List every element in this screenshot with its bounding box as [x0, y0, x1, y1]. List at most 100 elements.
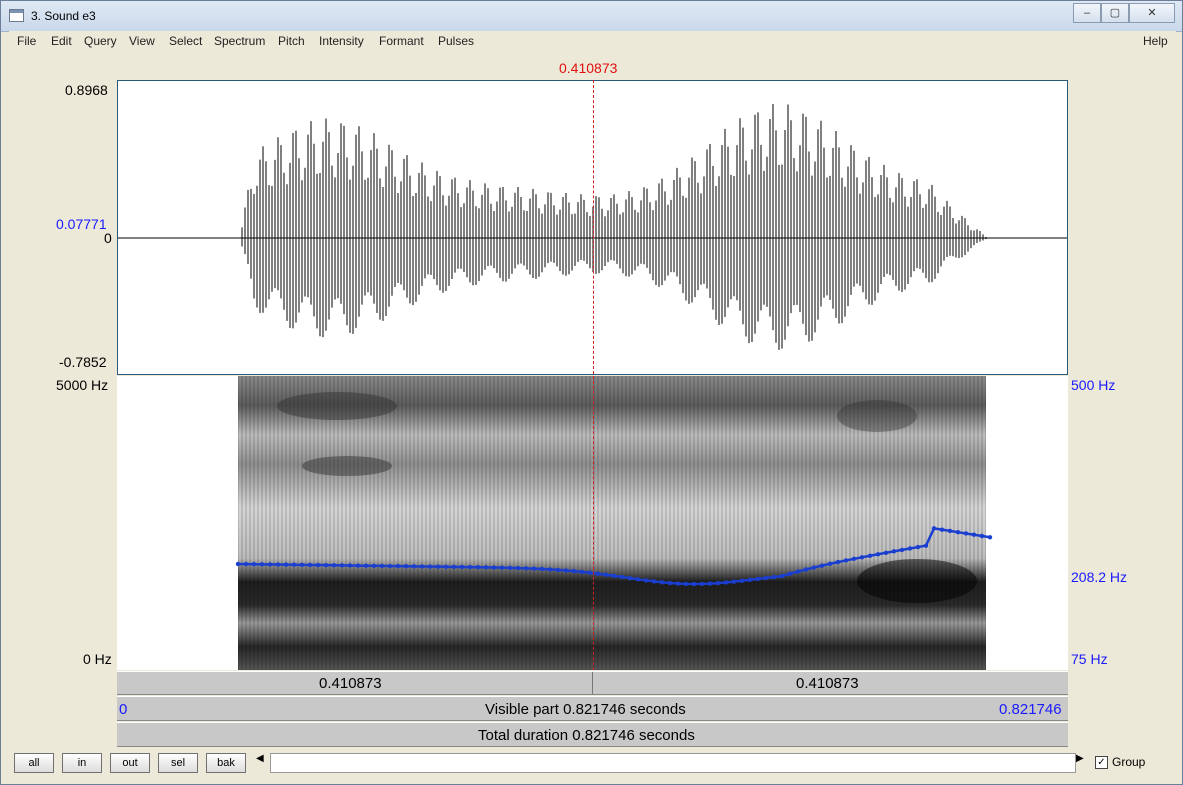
- restore-button[interactable]: ▢: [1101, 3, 1129, 23]
- pitch-point: [587, 570, 593, 575]
- pitch-point: [323, 562, 329, 568]
- pitch-point: [659, 580, 665, 585]
- pitch-point: [819, 563, 825, 568]
- visible-start-label: 0: [119, 701, 128, 718]
- right-segment-label: 0.410873: [796, 675, 859, 692]
- pitch-point: [811, 565, 817, 570]
- time-cursor[interactable]: [593, 80, 594, 670]
- pitch-point: [851, 556, 857, 562]
- menu-file[interactable]: File: [17, 34, 36, 48]
- pitch-top-label: 500 Hz: [1071, 377, 1116, 393]
- pitch-point: [395, 563, 401, 569]
- pitch-point: [243, 561, 249, 567]
- total-duration-bar[interactable]: Total duration 0.821746 seconds: [117, 722, 1068, 747]
- pitch-point: [379, 563, 385, 569]
- pitch-point: [267, 562, 273, 567]
- menu-pitch[interactable]: Pitch: [278, 34, 305, 48]
- menu-select[interactable]: Select: [169, 34, 202, 48]
- pitch-point: [523, 566, 529, 571]
- pitch-point: [915, 544, 921, 550]
- pitch-point: [635, 577, 641, 582]
- pitch-point: [779, 573, 785, 579]
- pitch-point: [875, 552, 881, 557]
- pitch-point: [331, 563, 337, 568]
- title-bar[interactable]: 3. Sound e3 – ▢ ✕: [1, 1, 1182, 32]
- zoom-out-button[interactable]: out: [110, 753, 150, 773]
- pitch-point: [315, 562, 321, 568]
- pitch-point: [643, 578, 649, 583]
- pitch-point: [251, 562, 257, 567]
- menu-view[interactable]: View: [129, 34, 155, 48]
- menu-intensity[interactable]: Intensity: [319, 34, 364, 48]
- right-segment[interactable]: 0.410873: [593, 672, 1068, 694]
- pitch-point: [627, 575, 633, 581]
- pitch-point: [611, 573, 617, 579]
- menu-query[interactable]: Query: [84, 34, 117, 48]
- pitch-point: [467, 564, 473, 570]
- pitch-point: [699, 581, 705, 587]
- close-button[interactable]: ✕: [1129, 3, 1175, 23]
- pitch-point: [891, 549, 897, 554]
- group-checkbox[interactable]: ✓: [1095, 756, 1108, 769]
- pitch-point: [435, 564, 441, 569]
- total-duration-label: Total duration 0.821746 seconds: [478, 727, 695, 744]
- pitch-point: [843, 558, 849, 563]
- menu-spectrum[interactable]: Spectrum: [214, 34, 265, 48]
- pitch-point: [691, 581, 697, 587]
- pitch-point: [707, 581, 713, 586]
- pitch-cursor-label: 208.2 Hz: [1071, 569, 1128, 585]
- zoom-all-button[interactable]: all: [14, 753, 54, 773]
- zoom-back-button[interactable]: bak: [206, 753, 246, 773]
- pitch-point: [539, 566, 545, 572]
- pitch-point: [419, 564, 425, 569]
- pitch-point: [603, 572, 609, 577]
- menu-help[interactable]: Help: [1143, 34, 1168, 48]
- pitch-point: [795, 569, 801, 574]
- zoom-sel-button[interactable]: sel: [158, 753, 198, 773]
- pitch-point: [883, 550, 889, 556]
- pitch-point: [835, 559, 841, 565]
- pitch-point: [747, 577, 753, 583]
- pitch-point: [683, 581, 689, 587]
- menu-formant[interactable]: Formant: [379, 34, 424, 48]
- pitch-point: [963, 531, 969, 536]
- pitch-point: [739, 578, 745, 583]
- left-segment-label: 0.410873: [319, 675, 382, 692]
- pitch-point: [387, 563, 393, 569]
- pitch-point: [595, 571, 601, 576]
- waveform-zero-label: 0: [104, 230, 112, 246]
- minimize-button[interactable]: –: [1073, 3, 1101, 23]
- spectrogram-bottom-freq-label: 0 Hz: [83, 651, 112, 667]
- scroll-right-arrow-icon[interactable]: ▶: [1076, 753, 1084, 764]
- pitch-point: [979, 533, 985, 539]
- pitch-point: [483, 565, 489, 570]
- waveform-cursor-value-label: 0.07771: [56, 216, 107, 232]
- visible-end-label: 0.821746: [999, 701, 1062, 718]
- pitch-point: [667, 580, 673, 586]
- bottom-toolbar: all in out sel bak ◀ ▶ ✓ Group: [8, 750, 1175, 776]
- segment-bar: 0.410873 0.410873: [117, 671, 1068, 695]
- pitch-point: [259, 562, 265, 567]
- pitch-bottom-label: 75 Hz: [1071, 651, 1108, 667]
- visible-part-bar[interactable]: 0 Visible part 0.821746 seconds 0.821746: [117, 696, 1068, 721]
- menu-edit[interactable]: Edit: [51, 34, 72, 48]
- pitch-point: [971, 532, 977, 537]
- pitch-point: [355, 563, 361, 568]
- pitch-point: [899, 547, 905, 553]
- visible-part-label: Visible part 0.821746 seconds: [485, 701, 686, 718]
- pitch-point: [451, 564, 457, 570]
- zoom-in-button[interactable]: in: [62, 753, 102, 773]
- pitch-point: [571, 568, 577, 574]
- time-scrollbar[interactable]: [270, 753, 1076, 773]
- pitch-point: [371, 563, 377, 569]
- pitch-point: [731, 579, 737, 584]
- menu-pulses[interactable]: Pulses: [438, 34, 474, 48]
- pitch-point: [443, 564, 449, 569]
- scroll-left-arrow-icon[interactable]: ◀: [256, 753, 264, 764]
- pitch-point: [403, 564, 409, 569]
- pitch-point: [715, 580, 721, 586]
- pitch-point: [347, 563, 353, 568]
- pitch-point: [771, 574, 777, 580]
- pitch-point: [275, 562, 281, 567]
- left-segment[interactable]: 0.410873: [117, 672, 593, 694]
